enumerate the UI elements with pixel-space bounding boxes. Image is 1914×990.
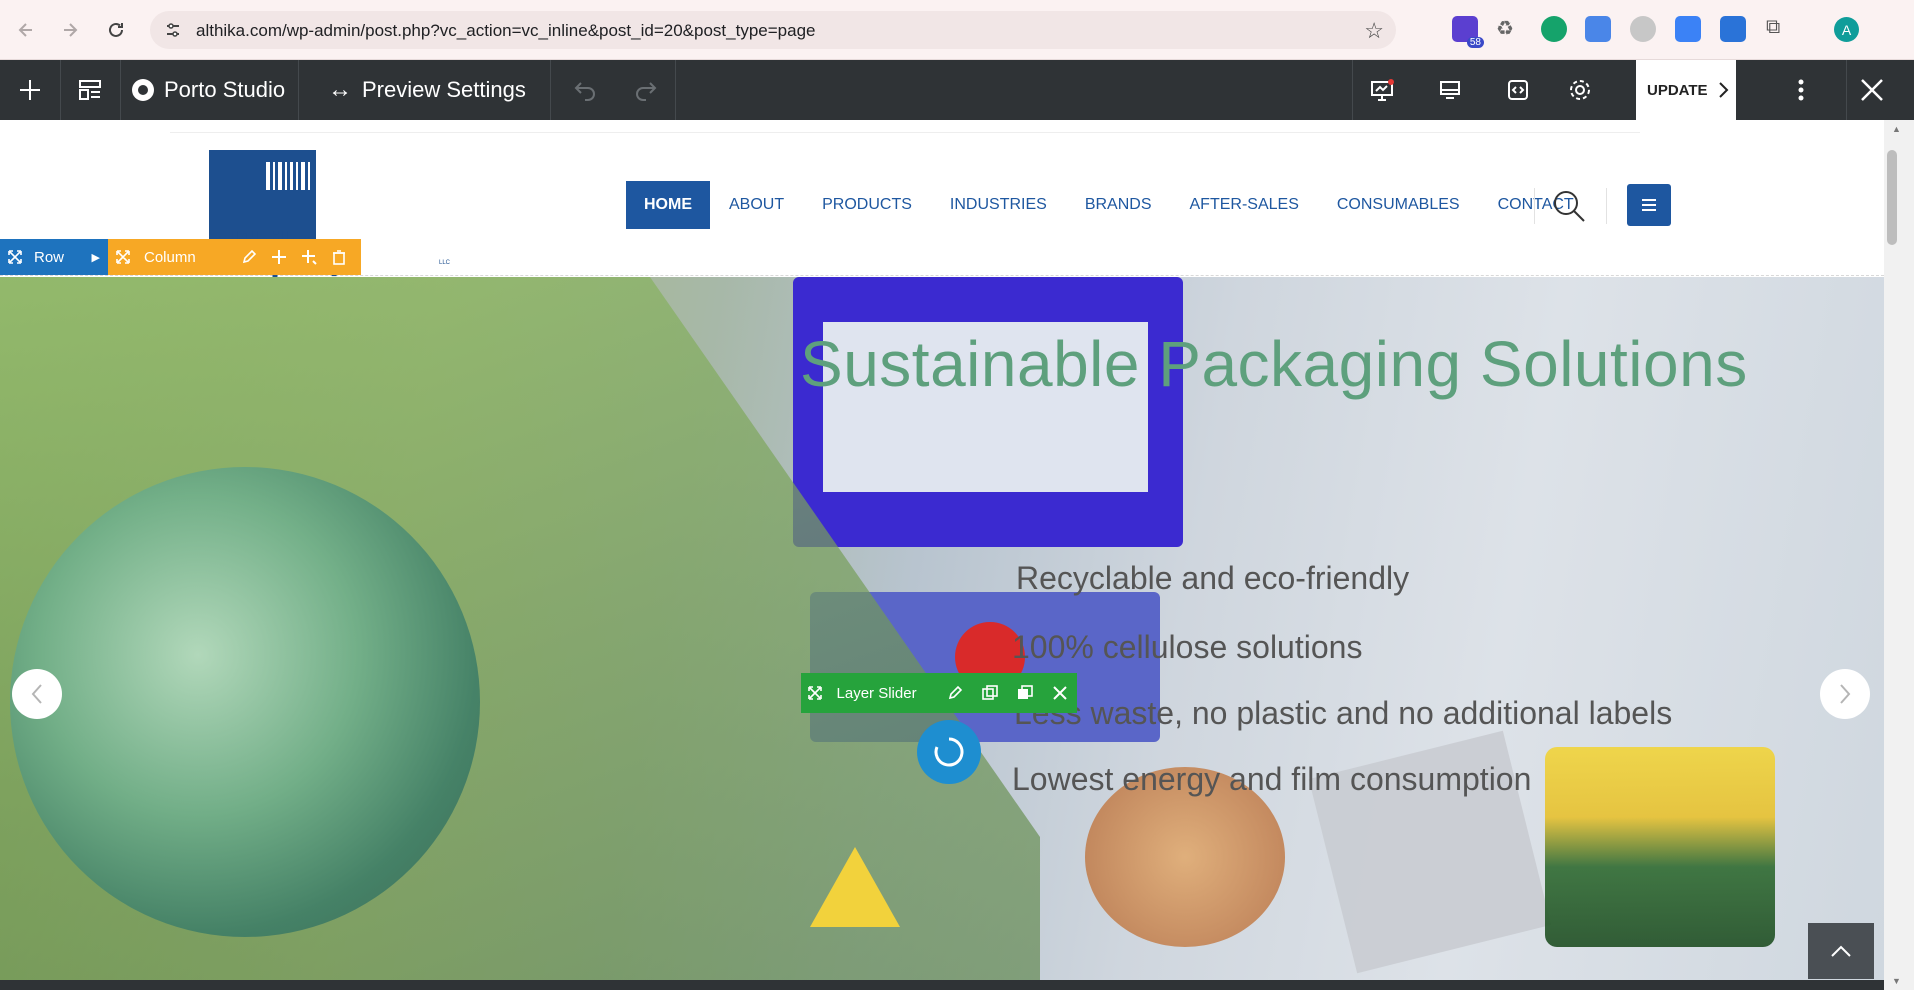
extension-badge: 58 [1466,37,1484,48]
templates-icon[interactable] [68,60,112,120]
slider-prev-button[interactable] [12,669,62,719]
update-button[interactable]: UPDATE [1636,60,1736,120]
settings-gear-icon[interactable] [1560,60,1600,120]
bookmark-star-icon[interactable]: ☆ [1364,18,1384,44]
slider-next-button[interactable] [1820,669,1870,719]
profile-avatar[interactable]: A [1834,17,1859,42]
slide-line-3: Less waste, no plastic and no additional… [1014,695,1673,731]
add-element-icon[interactable] [8,60,52,120]
screen-extension-icon[interactable] [1720,16,1746,42]
layer-delete-icon[interactable] [1042,675,1077,711]
row-label: Row [34,248,65,266]
phone-extension-icon[interactable] [1675,16,1701,42]
menu-item-brands[interactable]: BRANDS [1066,181,1171,229]
chevron-right-icon [1718,82,1728,98]
close-builder-icon[interactable] [1852,60,1892,120]
layer-edit-icon[interactable] [937,675,972,711]
logo-llc: LLC [439,260,451,266]
recycle-extension-icon[interactable]: ♻ [1496,16,1522,42]
custom-code-icon[interactable] [1498,60,1538,120]
back-icon[interactable] [10,14,42,46]
porto-studio-label: Porto Studio [164,77,286,102]
undo-icon[interactable] [565,60,605,120]
column-edit-icon[interactable] [234,239,264,275]
chevron-right-icon [1840,684,1851,704]
address-bar[interactable]: althika.com/wp-admin/post.php?vc_action=… [150,11,1396,49]
update-label: UPDATE [1647,81,1708,99]
row-controls[interactable]: Row ▶ [0,239,108,275]
site-info-icon[interactable] [164,21,182,39]
responsive-desktop-icon[interactable] [1430,60,1470,120]
column-delete-icon[interactable] [324,239,354,275]
column-add-after-icon[interactable] [294,239,324,275]
extensions-puzzle-icon[interactable]: ⧉ [1766,16,1792,42]
search-icon[interactable] [1551,188,1587,224]
layer-clone-icon[interactable] [972,675,1007,711]
hamburger-menu-icon[interactable] [1627,184,1671,226]
translate-icon[interactable] [1585,16,1611,42]
chevron-left-icon [31,684,42,704]
builder-toolbar: Porto Studio ↔ Preview Settings [0,60,1914,120]
slide-line-4: Lowest energy and film consumption [1012,761,1532,797]
slide-line-1: Recyclable and eco-friendly [1016,560,1410,596]
resize-arrows-icon: ↔ [328,76,352,103]
menu-item-about[interactable]: ABOUT [710,181,803,229]
forward-icon[interactable] [54,14,86,46]
scrollbar-thumb[interactable] [1887,150,1897,245]
porto-studio-button[interactable]: Porto Studio [130,60,285,120]
slide-line-2: 100% cellulose solutions [1012,629,1363,665]
menu-item-after-sales[interactable]: AFTER-SALES [1171,181,1318,229]
slide-title: Sustainable Packaging Solutions [800,328,1748,400]
column-controls[interactable]: Column [108,239,361,275]
column-label: Column [144,248,196,266]
scroll-to-top-button[interactable] [1808,923,1874,979]
menu-item-industries[interactable]: INDUSTRIES [931,181,1066,229]
product-bananas-image [1545,747,1775,947]
preview-settings-label: Preview Settings [362,77,526,102]
page-scrollbar[interactable]: ▲ ▼ [1884,120,1914,990]
layer-move-icon[interactable] [801,675,829,711]
redo-icon[interactable] [626,60,666,120]
layer-slider-label: Layer Slider [836,684,917,702]
more-options-icon[interactable] [1781,60,1821,120]
loading-spinner-icon [917,720,981,784]
menu-item-home[interactable]: HOME [626,181,710,229]
porto-logo-icon [132,79,154,101]
menu-item-consumables[interactable]: CONSUMABLES [1318,181,1479,229]
layer-slider-controls[interactable]: Layer Slider [801,673,1077,713]
row-move-icon[interactable] [0,239,30,275]
presentation-icon[interactable] [1362,60,1402,120]
menu-item-products[interactable]: PRODUCTS [803,181,931,229]
globe-image [10,467,480,937]
extension-hat-icon[interactable]: 58 [1452,16,1484,48]
row-expand-icon[interactable]: ▶ [92,251,100,264]
layer-copy-icon[interactable] [1007,675,1042,711]
preview-settings-button[interactable]: ↔ Preview Settings [328,60,526,120]
chevron-up-icon [1831,945,1851,957]
main-menu: HOME ABOUT PRODUCTS INDUSTRIES BRANDS AF… [626,181,1593,229]
grammarly-icon[interactable] [1541,16,1567,42]
globe-extension-icon[interactable] [1630,16,1656,42]
reload-icon[interactable] [100,14,132,46]
url-text: althika.com/wp-admin/post.php?vc_action=… [196,21,816,40]
browser-chrome: althika.com/wp-admin/post.php?vc_action=… [0,0,1914,60]
hero-slider: Sustainable Packaging Solutions Recyclab… [0,277,1884,990]
column-move-icon[interactable] [108,239,138,275]
bottom-bar [0,980,1884,990]
column-add-element-icon[interactable] [264,239,294,275]
